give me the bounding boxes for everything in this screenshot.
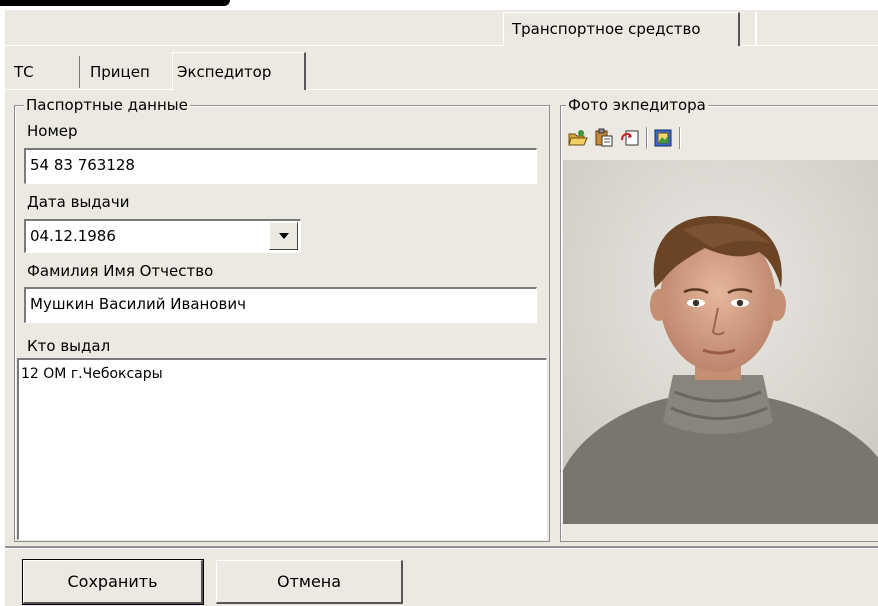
person-portrait-image (563, 160, 878, 524)
tab-strip-edge (755, 12, 757, 46)
image-properties-icon[interactable] (653, 128, 673, 148)
issue-date-label: Дата выдачи (27, 193, 130, 211)
passport-legend: Паспортные данные (24, 96, 190, 114)
forwarder-photo (563, 160, 878, 524)
tab-vehicle[interactable]: Транспортное средство (503, 12, 740, 46)
capture-icon[interactable] (620, 128, 640, 148)
tab-forwarder[interactable]: Экспедитор (172, 52, 306, 90)
cropped-header-text (0, 0, 230, 6)
tab-strip-line (741, 45, 878, 46)
tab-ts[interactable]: ТС (8, 56, 80, 88)
issue-date-value: 04.12.1986 (30, 227, 116, 245)
photo-toolbar (568, 127, 680, 149)
number-label: Номер (27, 122, 78, 140)
photo-legend: Фото экпедитора (566, 96, 708, 114)
toolbar-separator (646, 127, 647, 149)
cancel-button[interactable]: Отмена (216, 560, 403, 604)
tab-trailer[interactable]: Прицеп (84, 56, 172, 88)
tab-ts-label: ТС (14, 63, 34, 81)
issue-date-field[interactable]: 04.12.1986 (24, 219, 301, 253)
issued-by-label: Кто выдал (27, 337, 111, 355)
fullname-field[interactable]: Мушкин Василий Иванович (24, 287, 537, 323)
save-button[interactable]: Сохранить (22, 559, 204, 605)
open-folder-icon[interactable] (568, 128, 588, 148)
issued-by-memo[interactable]: 12 ОМ г.Чебоксары (17, 358, 547, 540)
chevron-down-icon (278, 233, 289, 239)
bottom-divider (5, 546, 878, 548)
tab-forwarder-label: Экспедитор (177, 63, 272, 81)
passport-number-field[interactable]: 54 83 763128 (24, 148, 537, 184)
tab-trailer-label: Прицеп (90, 63, 150, 81)
toolbar-separator (679, 127, 680, 149)
inner-tab-strip-line (5, 89, 878, 90)
tab-strip-line (5, 45, 503, 46)
issue-date-dropdown-button[interactable] (269, 222, 298, 250)
fullname-label: Фамилия Имя Отчество (27, 262, 214, 280)
paste-icon[interactable] (594, 128, 614, 148)
tab-vehicle-label: Транспортное средство (512, 20, 701, 38)
